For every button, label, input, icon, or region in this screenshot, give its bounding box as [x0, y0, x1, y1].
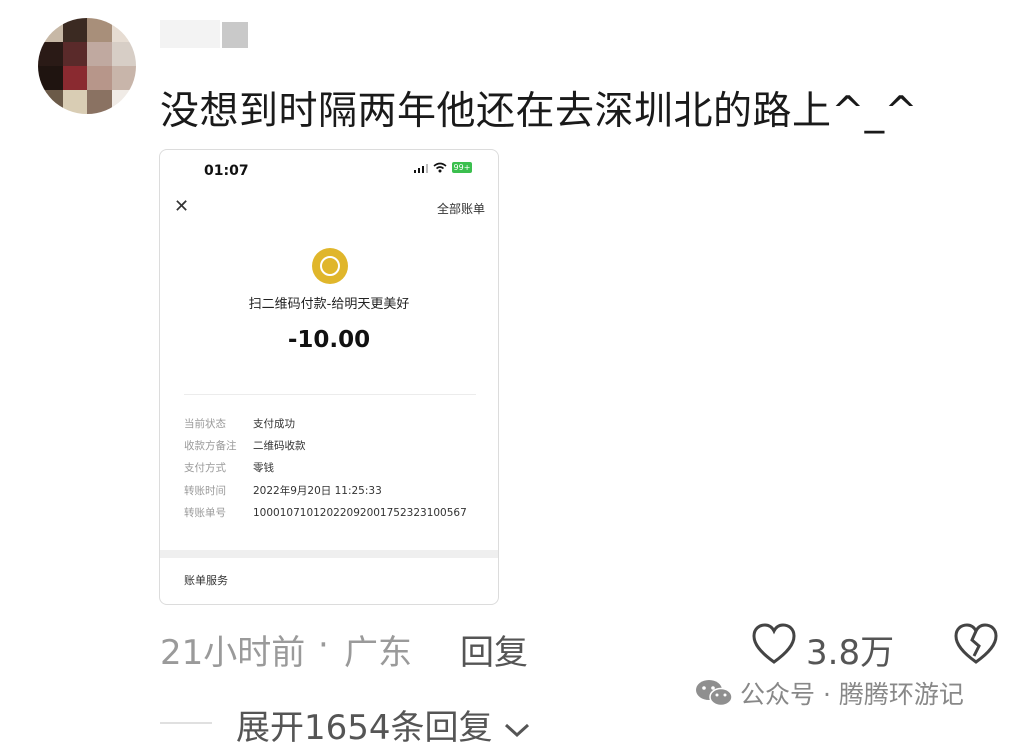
reply-button[interactable]: 回复: [460, 625, 528, 674]
payment-screenshot-image[interactable]: 01:07 99+ ✕ 全部账单 扫二维码付款-给明天更美好 -10.00 当前…: [159, 149, 499, 605]
divider: [184, 394, 476, 395]
meta-separator: ·: [318, 625, 329, 665]
status-icons: 99+: [414, 162, 472, 173]
wechat-icon: [696, 680, 733, 707]
like-count: 3.8万: [806, 633, 895, 673]
comment-location: 广东: [344, 633, 412, 673]
avatar[interactable]: [38, 18, 136, 114]
detail-row: 收款方备注 二维码收款: [184, 440, 306, 452]
detail-row: 当前状态 支付成功: [184, 418, 295, 430]
expand-line: [160, 722, 212, 724]
detail-row: 转账时间 2022年9月20日 11:25:33: [184, 485, 382, 497]
detail-row: 转账单号 1000107101202209200175232310056​7: [184, 507, 467, 519]
battery-icon: 99+: [452, 162, 472, 173]
chevron-down-icon: [505, 723, 530, 737]
payment-amount: -10.00: [287, 327, 371, 353]
comment-text: 没想到时隔两年他还在去深圳北的路上^_^: [160, 89, 918, 134]
expand-replies-label: 展开1654条回复: [236, 708, 493, 748]
heart-icon[interactable]: [750, 622, 798, 666]
close-icon: ✕: [174, 196, 190, 217]
comment-time: 21小时前: [160, 633, 306, 673]
coin-icon: [312, 248, 348, 284]
username-redacted: [160, 20, 250, 50]
merchant-name: 扫二维码付款-给明天更美好: [248, 297, 410, 312]
status-time: 01:07: [204, 163, 249, 179]
detail-row: 支付方式 零钱: [184, 462, 274, 474]
broken-heart-icon[interactable]: [952, 622, 1000, 666]
watermark-text: 公众号 · 腾腾环游记: [740, 680, 964, 709]
section-separator: [160, 550, 498, 558]
all-bills-link: 全部账单: [436, 202, 485, 216]
bill-service-label: 账单服务: [184, 574, 228, 587]
expand-replies-button[interactable]: 展开1654条回复: [236, 700, 531, 749]
wifi-icon: [433, 162, 447, 173]
signal-icon: [414, 163, 428, 173]
